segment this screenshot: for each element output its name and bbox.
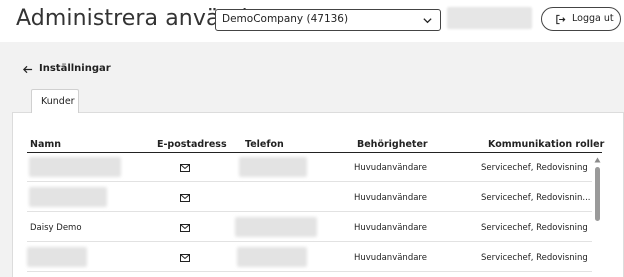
logout-label: Logga ut (572, 13, 614, 24)
name-cell: Daisy Demo (30, 223, 82, 233)
name-redacted (29, 187, 107, 207)
name-redacted (27, 247, 87, 267)
column-header-name: Namn (30, 139, 62, 150)
app-header: Administrera användare DemoCompany (4713… (0, 0, 624, 42)
column-header-roles: Kommunikation roller (488, 139, 605, 150)
user-info-redacted (447, 7, 532, 29)
company-select-value: DemoCompany (47136) (222, 13, 349, 25)
column-header-email: E-postadress (157, 139, 227, 150)
permissions-cell: Huvudanvändare (354, 193, 427, 203)
logout-icon (556, 14, 566, 25)
company-select[interactable]: DemoCompany (47136) (215, 9, 441, 31)
column-header-permissions: Behörigheter (357, 139, 428, 150)
mail-icon[interactable] (180, 164, 190, 172)
permissions-cell: Huvudanvändare (354, 223, 427, 233)
mail-icon[interactable] (180, 194, 190, 202)
arrow-left-icon (22, 65, 33, 74)
table-row[interactable]: Huvudanvändare Servicechef, Redovisnin..… (27, 183, 592, 212)
roles-cell: Servicechef, Redovisning (481, 253, 588, 263)
mail-icon[interactable] (180, 254, 190, 262)
roles-cell: Servicechef, Redovisning (481, 163, 588, 173)
name-redacted (29, 157, 121, 177)
logout-button[interactable]: Logga ut (541, 7, 621, 31)
tab-kunder[interactable]: Kunder (31, 89, 79, 113)
permissions-cell: Huvudanvändare (354, 163, 427, 173)
chevron-down-icon (423, 18, 432, 24)
mail-icon[interactable] (180, 224, 190, 232)
roles-cell: Servicechef, Redovisnin... (481, 193, 591, 203)
phone-redacted (239, 157, 307, 177)
permissions-cell: Huvudanvändare (354, 253, 427, 263)
phone-redacted (235, 217, 317, 237)
table-row[interactable]: Huvudanvändare Servicechef, Redovisning (27, 243, 592, 272)
scrollbar-thumb[interactable] (595, 167, 600, 221)
phone-redacted (237, 247, 307, 267)
table-row[interactable]: Huvudanvändare Servicechef, Redovisning (27, 153, 592, 182)
back-link-label: Inställningar (39, 63, 111, 74)
roles-cell: Servicechef, Redovisning (481, 223, 588, 233)
column-header-phone: Telefon (245, 139, 284, 150)
scroll-up-arrow-icon[interactable] (594, 157, 601, 163)
table-row[interactable]: Daisy Demo Huvudanvändare Servicechef, R… (27, 213, 592, 242)
tab-kunder-label: Kunder (41, 96, 75, 107)
